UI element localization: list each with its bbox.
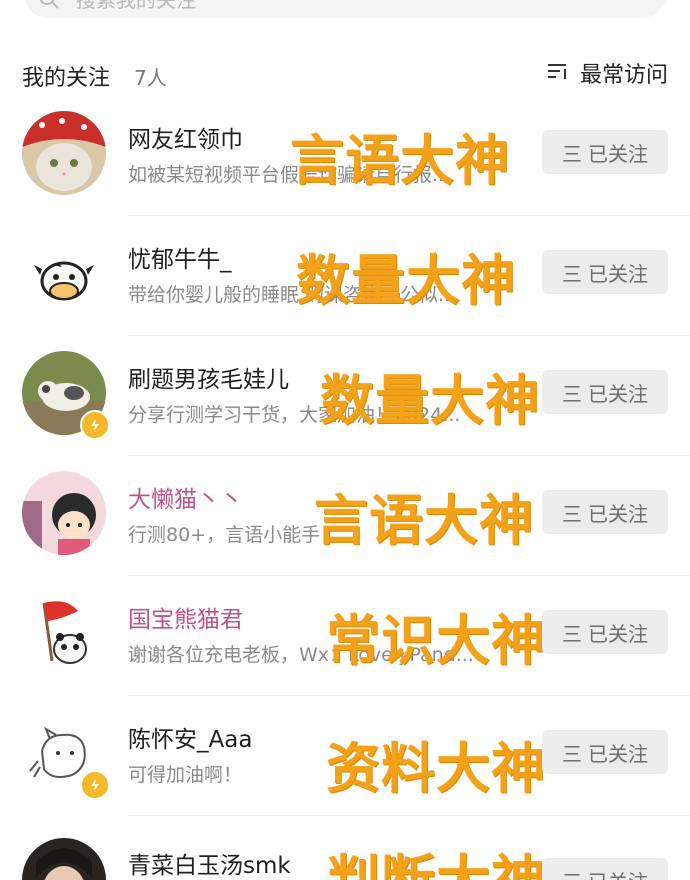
- tag-overlay: 数量大神: [296, 249, 516, 312]
- following-button[interactable]: 三 已关注: [542, 858, 668, 880]
- following-label: 已关注: [588, 621, 648, 646]
- following-label: 已关注: [588, 741, 648, 766]
- avatar[interactable]: [22, 838, 106, 880]
- tag-overlay: 言语大神: [290, 129, 510, 192]
- sort-button[interactable]: 最常访问: [546, 58, 668, 88]
- follow-count: 7人: [134, 66, 167, 90]
- menu-icon: 三: [562, 141, 582, 166]
- following-button[interactable]: 三 已关注: [542, 250, 668, 294]
- list-item[interactable]: 大懒猫丶丶 行测80+，言语小能手 言语大神 三 已关注: [0, 456, 690, 576]
- user-desc: 可得加油啊！: [128, 764, 243, 786]
- verified-badge-icon: [80, 770, 110, 800]
- user-name[interactable]: 网友红领巾: [128, 120, 243, 154]
- following-label: 已关注: [588, 141, 648, 166]
- page-title: 我的关注: [22, 66, 111, 91]
- following-button[interactable]: 三 已关注: [542, 490, 668, 534]
- sort-label: 最常访问: [579, 63, 668, 88]
- following-button[interactable]: 三 已关注: [542, 370, 668, 414]
- tag-overlay: 常识大神: [326, 609, 546, 672]
- menu-icon: 三: [562, 261, 582, 286]
- following-label: 已关注: [588, 261, 648, 286]
- list-item[interactable]: 刷题男孩毛娃儿 分享行测学习干货，大家加油！2024... 数量大神 三 已关注: [0, 336, 690, 456]
- menu-icon: 三: [562, 741, 582, 766]
- user-name[interactable]: 大懒猫丶丶: [128, 480, 243, 514]
- list-item[interactable]: 忧郁牛牛_ 带给你婴儿般的睡眠 购课咨询：公似... 数量大神 三 已关注: [0, 216, 690, 336]
- user-desc: 行测80+，言语小能手: [128, 524, 321, 546]
- search-icon: [38, 0, 60, 14]
- user-name[interactable]: 刷题男孩毛娃儿: [128, 360, 289, 394]
- following-label: 已关注: [588, 866, 648, 880]
- user-name[interactable]: 陈怀安_Aaa: [128, 720, 252, 754]
- user-name[interactable]: 忧郁牛牛_: [128, 240, 232, 274]
- avatar[interactable]: [22, 591, 106, 675]
- following-button[interactable]: 三 已关注: [542, 130, 668, 174]
- following-button[interactable]: 三 已关注: [542, 610, 668, 654]
- avatar[interactable]: [22, 231, 106, 315]
- menu-icon: 三: [562, 866, 582, 880]
- avatar[interactable]: [22, 111, 106, 195]
- tag-overlay: 资料大神: [326, 737, 546, 800]
- following-button[interactable]: 三 已关注: [542, 730, 668, 774]
- user-name[interactable]: 青菜白玉汤smk: [128, 846, 291, 880]
- tag-overlay: 数量大神: [320, 369, 540, 432]
- menu-icon: 三: [562, 621, 582, 646]
- list-header: 我的关注 7人 最常访问: [0, 52, 690, 96]
- list-item[interactable]: 国宝熊猫君 谢谢各位充电老板，Wx：LovelyPand... 常识大神 三 已…: [0, 576, 690, 696]
- verified-badge-icon: [80, 410, 110, 440]
- tag-overlay: 言语大神: [314, 489, 534, 552]
- following-label: 已关注: [588, 501, 648, 526]
- sort-icon: [546, 61, 570, 85]
- following-label: 已关注: [588, 381, 648, 406]
- list-item[interactable]: 网友红领巾 如被某短视频平台假号诈骗请自行报... 言语大神 三 已关注: [0, 96, 690, 216]
- tag-overlay: 判断大神: [326, 836, 546, 880]
- list-item[interactable]: 陈怀安_Aaa 可得加油啊！ 资料大神 三 已关注: [0, 696, 690, 816]
- menu-icon: 三: [562, 501, 582, 526]
- list-item[interactable]: 青菜白玉汤smk 判断大神 三 已关注: [0, 816, 690, 880]
- search-placeholder: 搜索我的关注: [76, 0, 196, 12]
- search-bar[interactable]: 搜索我的关注: [24, 0, 666, 18]
- menu-icon: 三: [562, 381, 582, 406]
- user-name[interactable]: 国宝熊猫君: [128, 600, 243, 634]
- avatar[interactable]: [22, 471, 106, 555]
